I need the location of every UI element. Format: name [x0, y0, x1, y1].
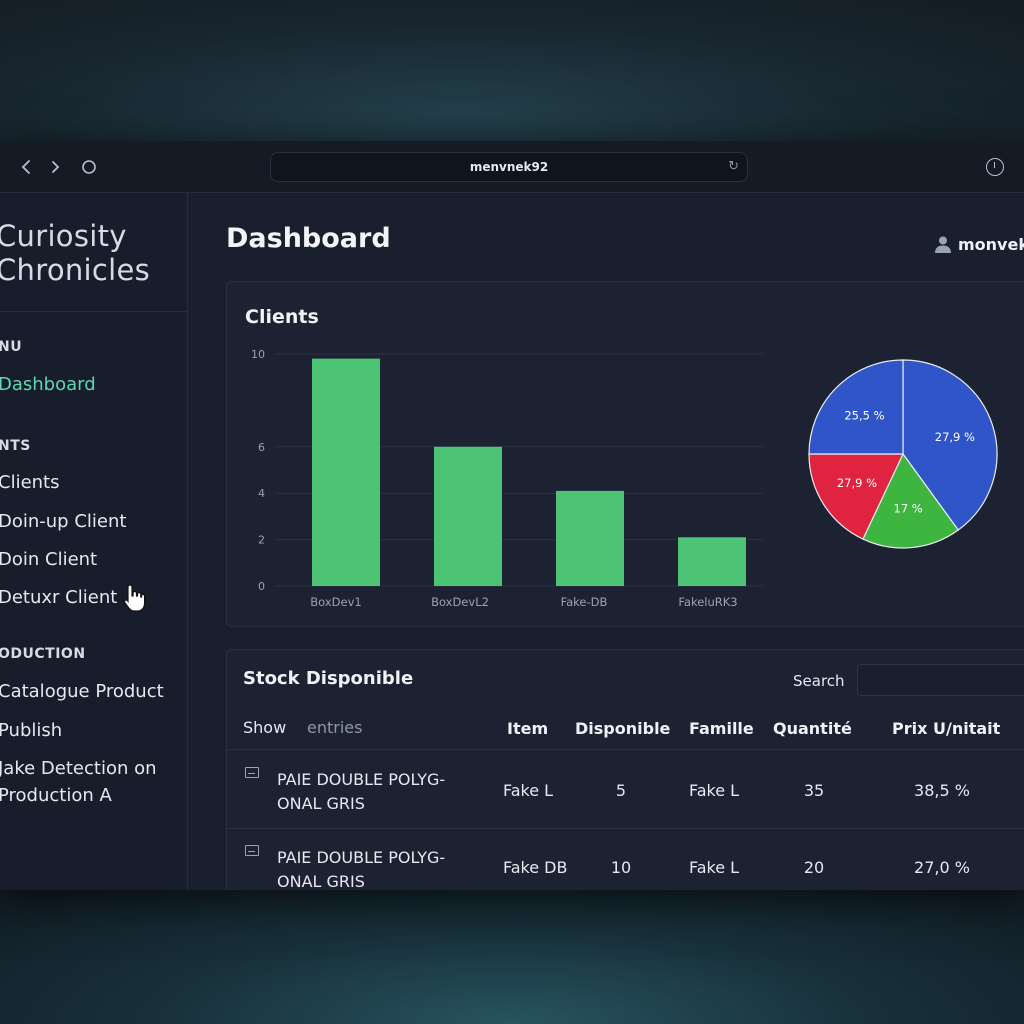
- row-divider: [227, 828, 1024, 829]
- chevron-left-icon[interactable]: [14, 155, 38, 179]
- sidebar-item-publish[interactable]: Publish: [0, 720, 62, 741]
- address-bar[interactable]: menvnek92 ↻: [270, 152, 748, 182]
- cell-famille: Fake L: [689, 858, 740, 877]
- x-tick-label: BoxDev1: [310, 595, 361, 609]
- search-label: Search: [793, 672, 845, 690]
- chevron-right-icon[interactable]: [44, 155, 68, 179]
- bar: [678, 537, 746, 586]
- sidebar-item-clients[interactable]: Clients: [0, 472, 60, 493]
- section-menu: NU: [0, 339, 23, 355]
- cell-item: Fake DB: [503, 858, 568, 877]
- sidebar-item-dashboard[interactable]: Dashboard: [0, 374, 96, 395]
- y-tick-label: 10: [251, 348, 265, 361]
- brand-line-2: Chronicles: [0, 253, 151, 287]
- url-text: menvnek92: [469, 160, 549, 174]
- sidebar-item-doin-client[interactable]: Doin Client: [0, 549, 97, 570]
- clients-charts: 0 2 4 6 10 BoxDev1 BoxDevL2 Fake-DB FakeluRK3 27,…: [251, 348, 998, 609]
- browser-window: menvnek92 ↻ Curiosity Chronicles NU Dash…: [0, 141, 1024, 890]
- pie-slice-label: 27,9 %: [837, 476, 877, 490]
- page-title: Dashboard: [226, 223, 391, 254]
- y-tick-label: 6: [258, 441, 265, 454]
- cell-disponible: 5: [615, 781, 627, 800]
- stock-title: Stock Disponible: [243, 668, 414, 689]
- column-header-prix[interactable]: Prix U/nitait: [892, 719, 1000, 738]
- section-clients: NTS: [0, 438, 31, 454]
- hand-cursor-icon: [123, 584, 146, 612]
- backdrop-bottom: [0, 890, 1024, 1024]
- sidebar-item-doin-up-client[interactable]: Doin-up Client: [0, 511, 126, 532]
- search-input[interactable]: [857, 664, 1024, 696]
- pie-slice-label: 25,5 %: [844, 408, 884, 422]
- clock-icon[interactable]: [986, 158, 1004, 176]
- column-header-item[interactable]: Item: [507, 719, 548, 738]
- pie-slice-label: 27,9 %: [935, 430, 975, 444]
- section-production: ODUCTION: [0, 646, 86, 662]
- y-tick-label: 0: [258, 580, 265, 593]
- refresh-icon[interactable]: ↻: [728, 153, 739, 181]
- main-content: Dashboard monvek Clients 0 2 4 6 10 BoxDev1 Bo…: [188, 193, 1024, 890]
- x-tick-label: FakeluRK3: [678, 595, 737, 609]
- brand-logo-text: Curiosity Chronicles: [0, 219, 196, 287]
- user-icon: [935, 236, 951, 253]
- clients-card: Clients 0 2 4 6 10 BoxDev1 BoxDevL2 Fake-DB Fake…: [226, 281, 1024, 627]
- cell-product: PAIE DOUBLE POLYG-ONAL GRIS: [277, 770, 446, 813]
- bar: [556, 490, 624, 586]
- cell-product: PAIE DOUBLE POLYG-ONAL GRIS: [277, 848, 446, 890]
- cell-quantite: 20: [803, 858, 825, 877]
- stock-card: Stock Disponible Search Show entries Ite…: [226, 649, 1024, 890]
- x-tick-label: Fake-DB: [561, 595, 608, 609]
- product-image-icon: [245, 767, 259, 778]
- bar: [434, 446, 502, 586]
- bar: [312, 358, 380, 586]
- reload-icon[interactable]: [77, 155, 101, 179]
- user-name: monvek: [958, 235, 1024, 254]
- sidebar-item-detuxr-client[interactable]: Detuxr Client: [0, 587, 117, 608]
- browser-toolbar: menvnek92 ↻: [0, 141, 1024, 193]
- brand-line-1: Curiosity: [0, 219, 127, 253]
- cell-item: Fake L: [503, 781, 554, 800]
- cell-disponible: 10: [610, 858, 632, 877]
- entries-select[interactable]: entries: [307, 718, 362, 737]
- sidebar-item-jake-detection[interactable]: Jake Detection on Production A: [0, 755, 183, 809]
- cell-quantite: 35: [803, 781, 825, 800]
- brand-divider: [0, 311, 188, 312]
- column-header-quantite[interactable]: Quantité: [773, 719, 852, 738]
- cell-prix: 27,0 %: [914, 858, 970, 877]
- cell-prix: 38,5 %: [914, 781, 970, 800]
- x-tick-label: BoxDevL2: [431, 595, 489, 609]
- product-image-icon: [245, 845, 259, 856]
- user-menu[interactable]: monvek: [934, 235, 1024, 254]
- pie-slice-label: 17 %: [894, 501, 923, 515]
- cell-famille: Fake L: [689, 781, 740, 800]
- column-header-disponible[interactable]: Disponible: [575, 719, 670, 738]
- y-tick-label: 2: [258, 534, 265, 547]
- show-label: Show: [243, 718, 287, 737]
- header-divider: [227, 749, 1024, 750]
- sidebar-item-catalogue-product[interactable]: Catalogue Product: [0, 681, 164, 702]
- backdrop-top: [0, 0, 1024, 141]
- sidebar: Curiosity Chronicles NU Dashboard NTS Cl…: [0, 193, 188, 890]
- y-tick-label: 4: [258, 487, 265, 500]
- column-header-famille[interactable]: Famille: [689, 719, 754, 738]
- pie-slice: [808, 359, 904, 455]
